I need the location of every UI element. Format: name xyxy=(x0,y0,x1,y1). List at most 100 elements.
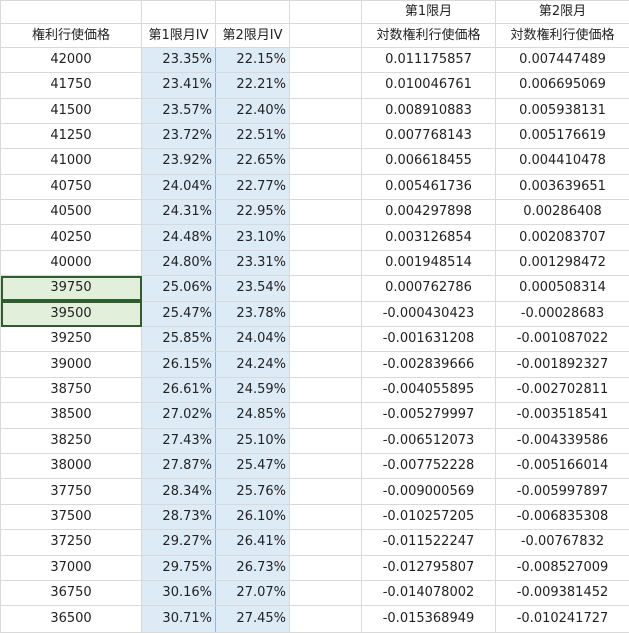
cell-strike[interactable]: 37000 xyxy=(0,554,142,581)
cell-strike[interactable]: 40250 xyxy=(0,224,142,251)
cell-log-strike-2[interactable]: 0.002083707 xyxy=(495,224,629,251)
cell-log-strike-1[interactable]: -0.012795807 xyxy=(361,554,496,581)
cell-strike[interactable]: 38000 xyxy=(0,452,142,480)
cell-blank[interactable] xyxy=(289,122,362,150)
cell-log-strike-1[interactable]: -0.011522247 xyxy=(361,529,496,556)
cell-log-strike-1[interactable]: -0.007752228 xyxy=(361,452,496,480)
cell-blank[interactable] xyxy=(289,326,362,353)
cell-strike[interactable]: 38750 xyxy=(0,376,142,404)
cell-strike[interactable]: 36750 xyxy=(0,579,142,607)
cell-iv1[interactable]: 23.92% xyxy=(141,148,216,175)
cell-iv1[interactable]: 27.02% xyxy=(141,402,216,429)
cell-strike[interactable]: 36500 xyxy=(0,605,142,633)
cell-strike[interactable]: 38250 xyxy=(0,427,142,454)
header-cell-strike[interactable]: 権利行使価格 xyxy=(0,23,142,48)
cell-log-strike-2[interactable]: 0.004410478 xyxy=(495,148,629,175)
cell-iv2[interactable]: 24.59% xyxy=(215,376,290,404)
cell-log-strike-2[interactable]: -0.001087022 xyxy=(495,326,629,353)
cell-log-strike-1[interactable]: 0.004297898 xyxy=(361,199,496,226)
cell-log-strike-2[interactable]: 0.00286408 xyxy=(495,199,629,226)
cell-log-strike-2[interactable]: 0.005938131 xyxy=(495,97,629,124)
cell-iv2[interactable]: 22.95% xyxy=(215,199,290,226)
cell-iv1[interactable]: 29.75% xyxy=(141,554,216,581)
cell-iv1[interactable]: 28.34% xyxy=(141,478,216,505)
cell-strike[interactable]: 40500 xyxy=(0,199,142,226)
cell-strike[interactable]: 39000 xyxy=(0,351,142,378)
cell-iv2[interactable]: 22.15% xyxy=(215,46,290,74)
cell-iv2[interactable]: 27.45% xyxy=(215,605,290,633)
cell-iv1[interactable]: 25.47% xyxy=(141,300,216,328)
cell-log-strike-1[interactable]: 0.011175857 xyxy=(361,46,496,74)
cell-log-strike-1[interactable]: 0.000762786 xyxy=(361,275,496,302)
cell-iv1[interactable]: 24.48% xyxy=(141,224,216,251)
cell-blank[interactable] xyxy=(289,224,362,251)
cell-strike[interactable]: 41500 xyxy=(0,97,142,124)
cell-strike[interactable]: 37250 xyxy=(0,529,142,556)
header-cell-log-strike-1[interactable]: 対数権利行使価格 xyxy=(361,23,496,48)
cell-blank[interactable] xyxy=(289,97,362,124)
cell-blank[interactable] xyxy=(289,351,362,378)
cell-log-strike-1[interactable]: 0.007768143 xyxy=(361,122,496,150)
cell-log-strike-1[interactable]: -0.000430423 xyxy=(361,300,496,328)
cell-iv2[interactable]: 25.10% xyxy=(215,427,290,454)
cell-iv2[interactable]: 22.65% xyxy=(215,148,290,175)
cell-blank[interactable] xyxy=(289,529,362,556)
cell-log-strike-1[interactable]: 0.005461736 xyxy=(361,173,496,201)
cell-log-strike-1[interactable]: 0.001948514 xyxy=(361,249,496,277)
cell-iv2[interactable]: 25.47% xyxy=(215,452,290,480)
cell-iv1[interactable]: 26.15% xyxy=(141,351,216,378)
cell-log-strike-2[interactable]: -0.001892327 xyxy=(495,351,629,378)
cell-log-strike-2[interactable]: -0.004339586 xyxy=(495,427,629,454)
cell-blank[interactable] xyxy=(289,605,362,633)
cell-log-strike-1[interactable]: -0.001631208 xyxy=(361,326,496,353)
cell-blank[interactable] xyxy=(289,173,362,201)
cell-blank[interactable] xyxy=(289,46,362,74)
cell-blank[interactable] xyxy=(289,275,362,302)
cell-iv2[interactable]: 22.77% xyxy=(215,173,290,201)
cell-iv2[interactable]: 27.07% xyxy=(215,579,290,607)
cell-iv2[interactable]: 23.10% xyxy=(215,224,290,251)
cell-strike[interactable]: 41750 xyxy=(0,72,142,99)
cell-log-strike-2[interactable]: -0.010241727 xyxy=(495,605,629,633)
cell-log-strike-2[interactable]: 0.005176619 xyxy=(495,122,629,150)
cell-iv1[interactable]: 27.87% xyxy=(141,452,216,480)
cell-iv2[interactable]: 23.54% xyxy=(215,275,290,302)
cell-log-strike-1[interactable]: 0.006618455 xyxy=(361,148,496,175)
cell-log-strike-1[interactable]: -0.009000569 xyxy=(361,478,496,505)
cell-strike[interactable]: 39750 xyxy=(0,275,142,302)
cell-log-strike-2[interactable]: -0.006835308 xyxy=(495,503,629,531)
cell-log-strike-2[interactable]: -0.005997897 xyxy=(495,478,629,505)
cell-iv2[interactable]: 26.73% xyxy=(215,554,290,581)
cell-iv2[interactable]: 22.40% xyxy=(215,97,290,124)
cell-log-strike-1[interactable]: 0.003126854 xyxy=(361,224,496,251)
header-cell-iv2-top[interactable] xyxy=(215,0,290,25)
cell-iv1[interactable]: 24.31% xyxy=(141,199,216,226)
cell-log-strike-1[interactable]: -0.004055895 xyxy=(361,376,496,404)
cell-log-strike-2[interactable]: 0.001298472 xyxy=(495,249,629,277)
cell-iv1[interactable]: 25.85% xyxy=(141,326,216,353)
cell-iv1[interactable]: 23.72% xyxy=(141,122,216,150)
cell-blank[interactable] xyxy=(289,72,362,99)
cell-strike[interactable]: 42000 xyxy=(0,46,142,74)
header-cell-log-strike-2[interactable]: 対数権利行使価格 xyxy=(495,23,629,48)
cell-strike[interactable]: 37500 xyxy=(0,503,142,531)
cell-iv1[interactable]: 23.41% xyxy=(141,72,216,99)
header-cell-month2[interactable]: 第2限月 xyxy=(495,0,629,25)
cell-iv2[interactable]: 24.85% xyxy=(215,402,290,429)
cell-iv1[interactable]: 30.71% xyxy=(141,605,216,633)
cell-iv2[interactable]: 24.24% xyxy=(215,351,290,378)
cell-log-strike-2[interactable]: 0.003639651 xyxy=(495,173,629,201)
cell-log-strike-1[interactable]: 0.010046761 xyxy=(361,72,496,99)
cell-iv2[interactable]: 22.51% xyxy=(215,122,290,150)
cell-iv1[interactable]: 23.35% xyxy=(141,46,216,74)
cell-iv2[interactable]: 23.31% xyxy=(215,249,290,277)
cell-iv1[interactable]: 30.16% xyxy=(141,579,216,607)
cell-blank[interactable] xyxy=(289,452,362,480)
cell-blank[interactable] xyxy=(289,199,362,226)
cell-blank[interactable] xyxy=(289,554,362,581)
cell-blank[interactable] xyxy=(289,148,362,175)
cell-log-strike-2[interactable]: -0.009381452 xyxy=(495,579,629,607)
cell-iv1[interactable]: 23.57% xyxy=(141,97,216,124)
cell-iv1[interactable]: 27.43% xyxy=(141,427,216,454)
cell-strike[interactable]: 39250 xyxy=(0,326,142,353)
